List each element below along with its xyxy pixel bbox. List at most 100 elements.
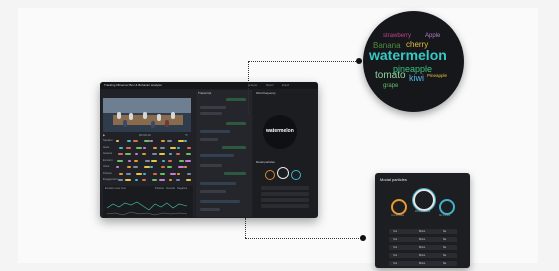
timeline-row: Speaker [103, 139, 191, 144]
timeline-segment[interactable] [124, 153, 131, 155]
transcript-message [226, 98, 246, 101]
particle-table-cell: Mmm [419, 262, 426, 265]
timeline-segment[interactable] [158, 179, 165, 181]
timeline-segment[interactable] [118, 153, 123, 155]
timeline-segment[interactable] [117, 159, 123, 162]
mini-model-header: Model particles [256, 160, 275, 164]
particle-table-cell: Yes [393, 254, 398, 257]
tab-report[interactable]: Report [266, 84, 274, 87]
connector-dot-bottom [360, 235, 366, 241]
timeline-segment[interactable] [143, 166, 150, 168]
timeline-segment[interactable] [159, 172, 165, 175]
graph-lines [106, 201, 189, 218]
timeline-segment[interactable] [153, 172, 157, 175]
timeline-segment[interactable] [160, 140, 165, 142]
timeline-row-label: Gaze [103, 145, 110, 149]
transcript-message [200, 182, 236, 185]
timeline-segment[interactable] [135, 153, 138, 155]
timeline-segment[interactable] [136, 146, 142, 149]
timeline-segment[interactable] [124, 179, 131, 181]
word-pineapple-small: Pineapple [427, 73, 448, 78]
play-icon[interactable]: ▶ [103, 133, 105, 137]
timeline-segment[interactable] [176, 146, 180, 149]
timeline-segment[interactable] [153, 146, 157, 149]
particle-table-cell: No [443, 230, 447, 233]
timeline-segment[interactable] [144, 159, 150, 162]
timeline-row: Posture [103, 172, 191, 177]
timeline-segment[interactable] [175, 153, 180, 155]
timeline-segment[interactable] [161, 159, 165, 162]
gauge-mmm-label: Mmm 22 times [415, 211, 431, 213]
particle-table-cell: No [443, 254, 447, 257]
timeline-segment[interactable] [170, 172, 176, 175]
transcript-message [200, 154, 234, 157]
timeline-segment[interactable] [150, 140, 153, 142]
transcript-message [200, 200, 240, 203]
timeline-segment[interactable] [143, 140, 150, 142]
loop-icon[interactable]: ⟲ [185, 133, 188, 137]
timeline-segment[interactable] [141, 179, 146, 181]
timeline-segment[interactable] [142, 146, 146, 149]
timeline-row: Gesture [103, 152, 191, 157]
timeline-segment[interactable] [125, 146, 131, 149]
timeline-segment[interactable] [177, 166, 184, 168]
timeline-segment[interactable] [135, 179, 138, 181]
timeline-segment[interactable] [159, 146, 165, 149]
word-grape: grape [383, 83, 399, 89]
timeline-segment[interactable] [119, 146, 123, 149]
timeline-segment[interactable] [185, 159, 191, 162]
timeline-segment[interactable] [133, 140, 138, 142]
timeline-segment[interactable] [167, 140, 172, 142]
transcript-message [222, 146, 246, 149]
timeline-segment[interactable] [186, 179, 191, 181]
mini-gauge-mmm [277, 167, 289, 179]
video-timeline-pane: ▶ 00:00:10 ⟲ Speaker Gaze Gesture Emotion Vo… [101, 90, 195, 218]
particle-table-cell: Mmm [419, 230, 426, 233]
modal-particles-title: Modal particles [380, 177, 407, 182]
timeline-segment[interactable] [169, 179, 172, 181]
timeline-segment[interactable] [169, 153, 172, 155]
timeline-segment[interactable] [184, 166, 187, 168]
timeline-segment[interactable] [125, 172, 131, 175]
tab-analysis[interactable]: Analysis [248, 84, 257, 87]
timeline-segment[interactable] [170, 146, 176, 149]
timeline-segment[interactable] [152, 179, 157, 181]
mini-cloud-word: watermelon [266, 128, 294, 134]
classroom-video[interactable] [103, 98, 191, 132]
timeline-segment[interactable] [142, 172, 146, 175]
timeline-segment[interactable] [152, 153, 157, 155]
timeline-segment[interactable] [116, 140, 119, 142]
transcript-header: Transcript [198, 91, 212, 95]
timeline-segment[interactable] [168, 159, 172, 162]
timeline-segment[interactable] [150, 166, 153, 168]
timeline-segment[interactable] [141, 153, 146, 155]
timeline-segment[interactable] [160, 166, 165, 168]
timeline-segment[interactable] [126, 166, 131, 168]
timeline-segment[interactable] [134, 159, 138, 162]
timeline-segment[interactable] [187, 172, 191, 175]
word-strawberry: strawberry [383, 33, 412, 39]
timeline-segment[interactable] [136, 172, 142, 175]
timeline-segment[interactable] [184, 140, 187, 142]
timeline-segment[interactable] [175, 179, 180, 181]
timeline-segment[interactable] [158, 153, 165, 155]
timeline-segment[interactable] [118, 179, 123, 181]
particle-table-cell: Yes [393, 246, 398, 249]
timeline-segment[interactable] [186, 153, 191, 155]
timeline-segment[interactable] [178, 159, 184, 162]
tab-export[interactable]: Export [282, 84, 289, 87]
timeline-segment[interactable] [176, 172, 180, 175]
timeline-segment[interactable] [119, 172, 123, 175]
timeline-segment[interactable] [133, 166, 138, 168]
analysis-dashboard: Tracking Observer Box & Behavior analysi… [100, 82, 318, 218]
timeline-segment[interactable] [127, 159, 131, 162]
timeline-segment[interactable] [151, 159, 157, 162]
timeline-segment[interactable] [167, 166, 172, 168]
particle-table-cell: No [443, 238, 447, 241]
timeline-segment[interactable] [126, 140, 131, 142]
gauge-yes [391, 199, 407, 215]
timeline-segment[interactable] [116, 166, 119, 168]
connector-bottom-v [245, 218, 246, 238]
timeline-segment[interactable] [177, 140, 184, 142]
timeline-segment[interactable] [187, 146, 191, 149]
